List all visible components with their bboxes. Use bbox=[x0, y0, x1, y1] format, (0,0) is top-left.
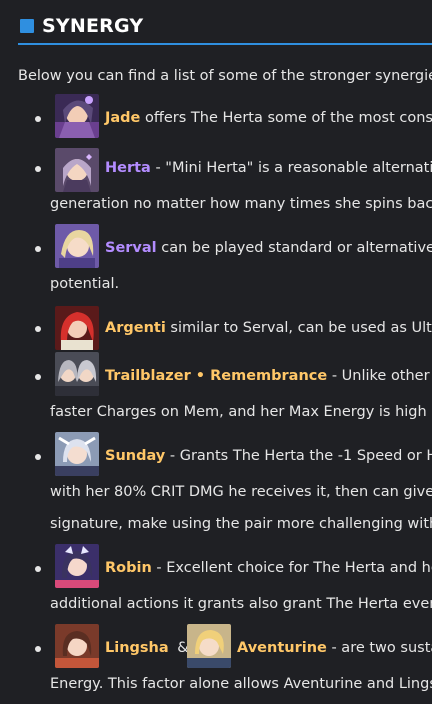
bullet bbox=[35, 246, 41, 252]
item-text-continued: potential. bbox=[50, 276, 120, 292]
section-marker bbox=[20, 19, 34, 33]
bullet bbox=[35, 374, 41, 380]
aventurine-avatar[interactable] bbox=[187, 624, 231, 668]
bullet bbox=[35, 454, 41, 460]
bullet bbox=[35, 326, 41, 332]
item-text: - are two sustai bbox=[331, 640, 432, 656]
bullet bbox=[35, 166, 41, 172]
argenti-avatar[interactable] bbox=[55, 306, 99, 350]
item-text-continued: with her 80% CRIT DMG he receives it, th… bbox=[50, 484, 432, 500]
jade-avatar[interactable] bbox=[55, 94, 99, 138]
item-text: offers The Herta some of the most consi bbox=[145, 110, 432, 126]
argenti-link[interactable]: Argenti bbox=[105, 320, 166, 336]
trailblazer-link[interactable]: Trailblazer • Remembrance bbox=[105, 368, 327, 384]
serval-link[interactable]: Serval bbox=[105, 240, 157, 256]
lingsha-avatar[interactable] bbox=[55, 624, 99, 668]
item-text-continued: generation no matter how many times she … bbox=[50, 196, 432, 212]
robin-link[interactable]: Robin bbox=[105, 560, 152, 576]
aventurine-link[interactable]: Aventurine bbox=[237, 640, 327, 656]
trailblazer-avatar[interactable] bbox=[55, 352, 99, 396]
intro-text: Below you can find a list of some of the… bbox=[18, 68, 432, 84]
item-text-continued: signature, make using the pair more chal… bbox=[50, 516, 432, 532]
item-text: - Grants The Herta the -1 Speed or Hy bbox=[169, 448, 432, 464]
jade-link[interactable]: Jade bbox=[105, 110, 140, 126]
item-text-continued: faster Charges on Mem, and her Max Energ… bbox=[50, 404, 432, 420]
serval-avatar[interactable] bbox=[55, 224, 99, 268]
item-text: - Excellent choice for The Herta and her bbox=[156, 560, 432, 576]
section-divider bbox=[18, 43, 432, 45]
item-text-continued: Energy. This factor alone allows Aventur… bbox=[50, 676, 432, 692]
robin-avatar[interactable] bbox=[55, 544, 99, 588]
item-text: - "Mini Herta" is a reasonable alternati… bbox=[155, 160, 432, 176]
item-text: similar to Serval, can be used as Ult sp bbox=[170, 320, 432, 336]
section-title: SYNERGY bbox=[42, 15, 144, 37]
item-text-continued: additional actions it grants also grant … bbox=[50, 596, 432, 612]
bullet bbox=[35, 566, 41, 572]
bullet bbox=[35, 116, 41, 122]
sunday-link[interactable]: Sunday bbox=[105, 448, 165, 464]
bullet bbox=[35, 646, 41, 652]
item-text: can be played standard or alternatively bbox=[161, 240, 432, 256]
herta-avatar[interactable] bbox=[55, 148, 99, 192]
lingsha-link[interactable]: Lingsha bbox=[105, 640, 169, 656]
item-text: - Unlike other Su bbox=[331, 368, 432, 384]
sunday-avatar[interactable] bbox=[55, 432, 99, 476]
herta-link[interactable]: Herta bbox=[105, 160, 151, 176]
